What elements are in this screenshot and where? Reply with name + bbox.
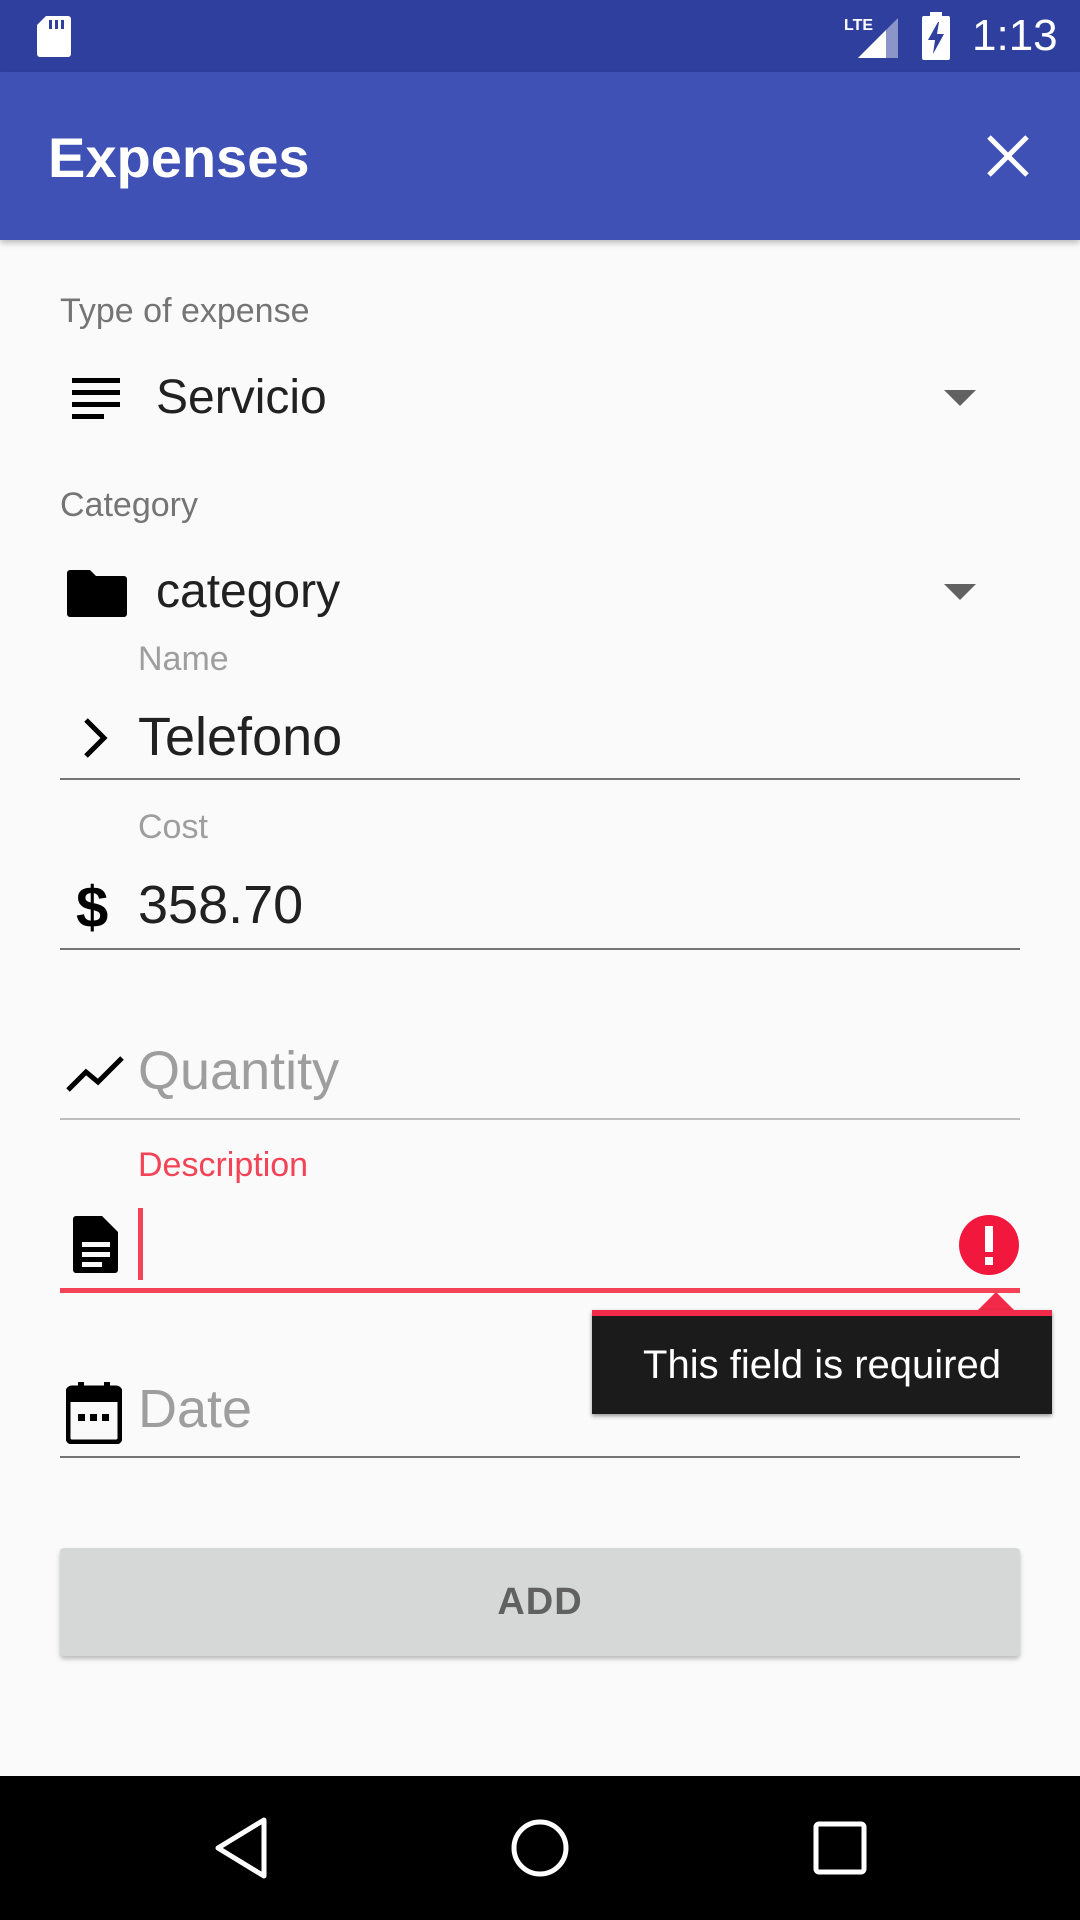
- svg-text:LTE: LTE: [844, 17, 873, 34]
- cost-underline: [60, 948, 1020, 950]
- category-value: category: [156, 565, 341, 618]
- tooltip-arrow: [978, 1292, 1014, 1310]
- type-of-expense-spinner[interactable]: Servicio: [60, 362, 1020, 434]
- dropdown-arrow-icon: [944, 390, 976, 406]
- type-of-expense-label: Type of expense: [60, 292, 310, 330]
- dropdown-arrow-icon: [944, 584, 976, 600]
- name-field[interactable]: Telefono: [138, 706, 342, 768]
- date-underline: [60, 1456, 1020, 1458]
- battery-charging-icon: [922, 12, 950, 60]
- description-field[interactable]: [138, 1200, 938, 1280]
- home-icon[interactable]: [504, 1812, 576, 1884]
- add-button[interactable]: ADD: [60, 1548, 1020, 1656]
- quantity-field[interactable]: Quantity: [138, 1040, 339, 1102]
- list-lines-icon: [72, 378, 120, 419]
- error-icon: [959, 1215, 1019, 1275]
- category-label: Category: [60, 486, 198, 524]
- cost-label: Cost: [138, 808, 208, 846]
- error-tooltip: This field is required: [592, 1310, 1052, 1414]
- description-label: Description: [138, 1146, 309, 1184]
- page-title: Expenses: [48, 126, 310, 189]
- folder-icon: [67, 570, 127, 617]
- app-bar: Expenses: [0, 72, 1080, 240]
- sd-card-icon: [37, 16, 71, 57]
- type-of-expense-value: Servicio: [156, 371, 327, 424]
- status-bar: LTE 1:13: [0, 0, 1080, 72]
- document-icon: [73, 1216, 118, 1273]
- back-icon[interactable]: [204, 1812, 276, 1884]
- lte-signal-icon: LTE: [844, 17, 898, 58]
- close-icon: [987, 135, 1029, 177]
- close-button[interactable]: [968, 116, 1048, 196]
- cost-field[interactable]: 358.70: [138, 874, 303, 936]
- description-underline: [60, 1288, 1020, 1293]
- chevron-right-icon: [84, 718, 108, 758]
- name-underline: [60, 778, 1020, 780]
- calendar-icon: [66, 1382, 122, 1444]
- navigation-bar: [0, 1776, 1080, 1920]
- trending-up-icon: [66, 1056, 124, 1092]
- name-label: Name: [138, 640, 229, 678]
- error-message: This field is required: [643, 1342, 1001, 1387]
- recents-icon[interactable]: [804, 1812, 876, 1884]
- category-spinner[interactable]: category: [60, 554, 1020, 630]
- quantity-underline: [60, 1118, 1020, 1120]
- text-cursor: [138, 1208, 143, 1280]
- dollar-icon: $: [76, 875, 109, 940]
- status-time: 1:13: [972, 11, 1058, 60]
- date-field[interactable]: Date: [138, 1378, 252, 1440]
